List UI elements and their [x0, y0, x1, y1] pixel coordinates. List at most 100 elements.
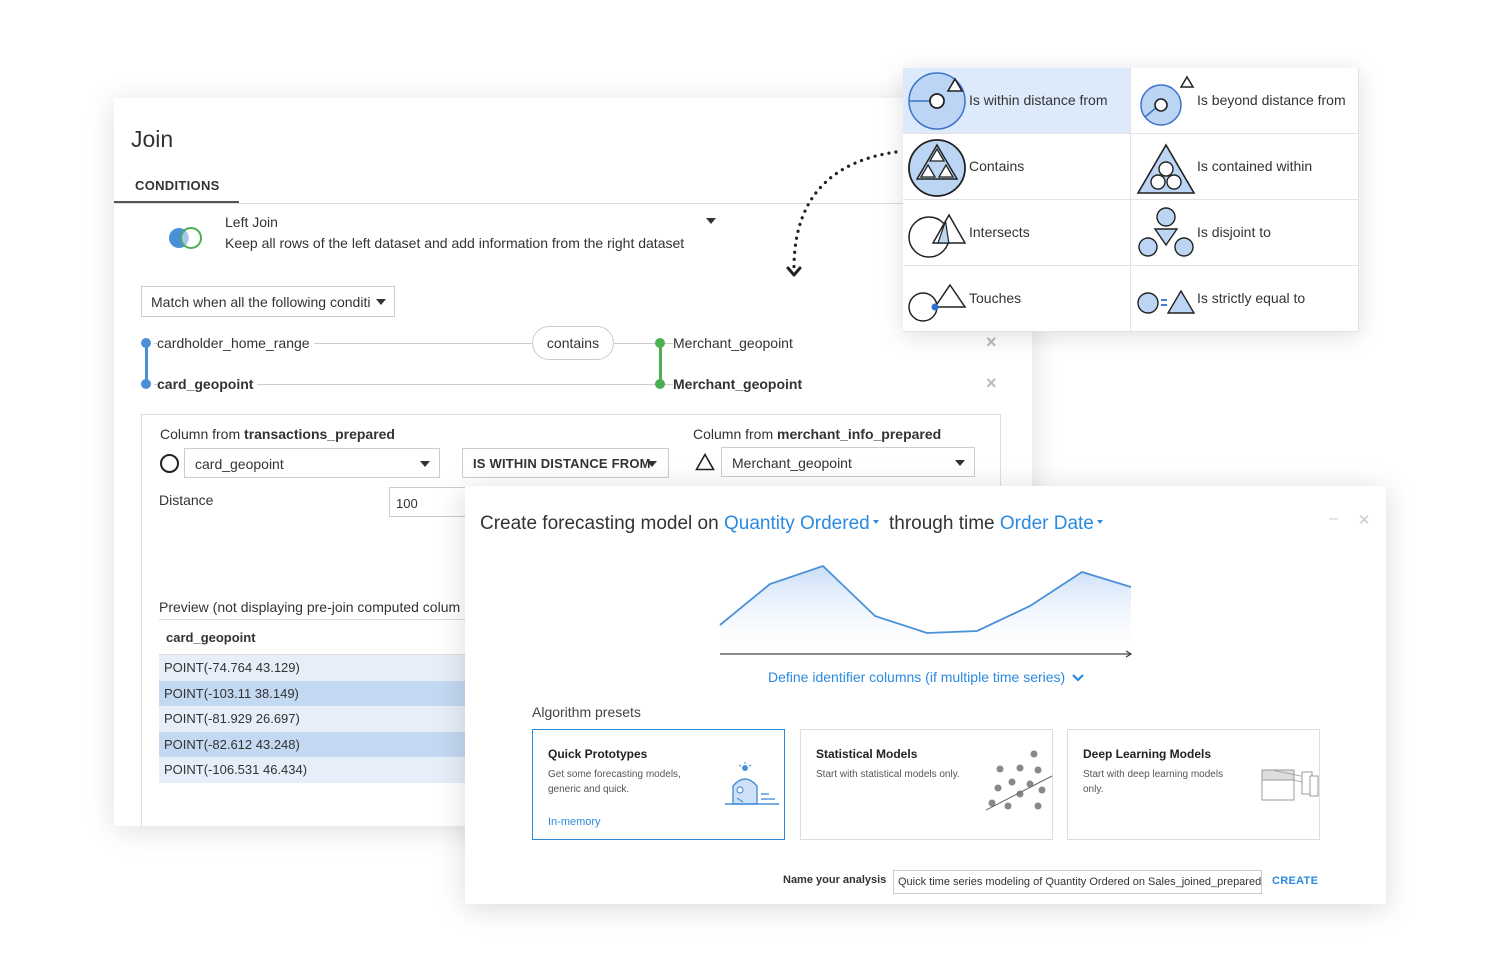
- tab-conditions[interactable]: CONDITIONS: [114, 178, 239, 204]
- chevron-down-icon: [955, 460, 965, 466]
- title-middle: through time: [883, 513, 1000, 534]
- condition-right-dot[interactable]: [655, 379, 665, 389]
- chevron-down-icon[interactable]: [1096, 519, 1103, 524]
- circle-geometry-icon: [160, 454, 179, 473]
- triangle-geometry-icon: [695, 453, 715, 471]
- right-column-header: Column from merchant_info_prepared: [693, 426, 941, 442]
- condition-left-dot[interactable]: [141, 338, 151, 348]
- table-row: POINT(-74.764 43.129): [159, 655, 479, 681]
- preset-title: Quick Prototypes: [548, 747, 648, 761]
- analysis-name-input[interactable]: Quick time series modeling of Quantity O…: [893, 870, 1262, 894]
- match-mode-select[interactable]: Match when all the following conditi: [141, 286, 395, 317]
- define-identifier-label: Define identifier columns (if multiple t…: [768, 669, 1066, 685]
- operator-contained-within[interactable]: Is contained within: [1131, 134, 1359, 200]
- operator-label: Is strictly equal to: [1197, 290, 1306, 306]
- right-column-select[interactable]: Merchant_geopoint: [721, 447, 975, 477]
- operator-contains[interactable]: Contains: [903, 134, 1131, 200]
- join-type-description: Keep all rows of the left dataset and ad…: [225, 235, 685, 251]
- condition-right-column[interactable]: Merchant_geopoint: [673, 376, 807, 392]
- condition-right-dot[interactable]: [655, 338, 665, 348]
- preset-description: Start with deep learning models only.: [1083, 769, 1224, 795]
- operator-touches[interactable]: Touches: [903, 266, 1131, 332]
- condition-operator-pill[interactable]: contains: [532, 326, 614, 360]
- neural-layers-icon: [1261, 769, 1319, 801]
- operator-label: Contains: [969, 158, 1025, 174]
- operator-intersects[interactable]: Intersects: [903, 200, 1131, 266]
- table-row: POINT(-103.11 38.149): [159, 680, 479, 706]
- left-column-value: card_geopoint: [195, 456, 284, 472]
- close-icon[interactable]: ✕: [1358, 511, 1371, 529]
- contained-within-icon: [1136, 143, 1196, 194]
- scatter-regression-icon: [986, 750, 1053, 811]
- condition-left-column[interactable]: card_geopoint: [157, 376, 258, 392]
- preview-table: card_geopoint POINT(-74.764 43.129) POIN…: [159, 619, 479, 783]
- spatial-operators-panel: Is within distance from Is beyond distan…: [903, 68, 1359, 332]
- distance-label: Distance: [159, 492, 214, 508]
- preset-description: Get some forecasting models, generic and…: [548, 769, 681, 795]
- operator-label: Intersects: [969, 224, 1030, 240]
- preview-label: Preview (not displaying pre-join compute…: [159, 599, 461, 615]
- dotted-arrow-icon: [786, 150, 898, 277]
- left-dataset-name: transactions_prepared: [244, 426, 395, 442]
- right-column-prefix: Column from: [693, 426, 778, 442]
- preset-quick-prototypes[interactable]: Quick Prototypes Get some forecasting mo…: [532, 729, 785, 840]
- match-mode-value: Match when all the following conditi: [151, 294, 371, 310]
- chevron-down-icon[interactable]: [872, 519, 879, 524]
- chevron-down-icon: [376, 299, 386, 305]
- operator-disjoint[interactable]: Is disjoint to: [1131, 200, 1359, 266]
- operator-label: Is contained within: [1197, 158, 1313, 174]
- right-dataset-name: merchant_info_prepared: [777, 426, 942, 442]
- condition-left-dot[interactable]: [141, 379, 151, 389]
- title-prefix: Create forecasting model on: [480, 513, 724, 534]
- left-column-header: Column from transactions_prepared: [160, 426, 395, 442]
- create-button[interactable]: CREATE: [1272, 875, 1318, 887]
- join-title: Join: [131, 126, 174, 152]
- table-row: POINT(-82.612 43.248): [159, 731, 479, 757]
- operator-strictly-equal[interactable]: Is strictly equal to: [1131, 266, 1359, 332]
- touches-icon: [908, 283, 967, 322]
- analysis-name-label: Name your analysis: [783, 874, 887, 886]
- disjoint-icon: [1138, 207, 1194, 257]
- condition-right-link: [659, 342, 662, 384]
- strictly-equal-icon: [1137, 289, 1196, 314]
- forecast-title: Create forecasting model on Quantity Ord…: [480, 513, 1108, 535]
- remove-condition-icon[interactable]: ×: [986, 332, 997, 353]
- preview-column-header[interactable]: card_geopoint: [159, 619, 479, 655]
- within-distance-icon: [908, 72, 966, 130]
- spatial-operator-value: IS WITHIN DISTANCE FROM: [473, 456, 651, 471]
- presets-label: Algorithm presets: [532, 704, 641, 720]
- right-column-value: Merchant_geopoint: [732, 455, 852, 471]
- chevron-down-icon: [647, 461, 657, 467]
- remove-condition-icon[interactable]: ×: [986, 373, 997, 394]
- left-column-select[interactable]: card_geopoint: [184, 448, 440, 478]
- join-type-name[interactable]: Left Join: [225, 214, 278, 230]
- chevron-down-icon: [420, 461, 430, 467]
- preset-statistical-models[interactable]: Statistical Models Start with statistica…: [800, 729, 1053, 840]
- define-identifier-link[interactable]: Define identifier columns (if multiple t…: [768, 669, 1085, 685]
- operator-label: Is within distance from: [969, 92, 1108, 108]
- forecast-panel: Create forecasting model on Quantity Ord…: [465, 486, 1386, 904]
- rocket-prototype-icon: [725, 762, 779, 805]
- operator-label: Is disjoint to: [1197, 224, 1271, 240]
- preset-title: Deep Learning Models: [1083, 747, 1212, 761]
- intersects-icon: [908, 213, 967, 258]
- left-column-prefix: Column from: [160, 426, 245, 442]
- preset-footer: In-memory: [548, 816, 601, 828]
- condition-left-column[interactable]: cardholder_home_range: [157, 335, 314, 351]
- target-column-select[interactable]: Quantity Ordered: [724, 513, 870, 534]
- operator-label: Touches: [969, 290, 1022, 306]
- operator-within-distance[interactable]: Is within distance from: [903, 68, 1131, 134]
- forecast-illustration: [719, 564, 1133, 658]
- operator-beyond-distance[interactable]: Is beyond distance from: [1131, 68, 1359, 134]
- join-type-dropdown-icon[interactable]: [706, 218, 716, 224]
- condition-right-column[interactable]: Merchant_geopoint: [673, 335, 797, 351]
- spatial-operator-select[interactable]: IS WITHIN DISTANCE FROM: [462, 448, 669, 478]
- time-column-select[interactable]: Order Date: [1000, 513, 1094, 534]
- operator-label: Is beyond distance from: [1197, 92, 1346, 108]
- contains-icon: [908, 139, 966, 197]
- beyond-distance-icon: [1140, 75, 1195, 126]
- preset-deep-learning-models[interactable]: Deep Learning Models Start with deep lea…: [1067, 729, 1320, 840]
- minimize-icon[interactable]: –: [1329, 510, 1338, 528]
- preset-title: Statistical Models: [816, 747, 918, 761]
- left-join-icon: [169, 227, 202, 249]
